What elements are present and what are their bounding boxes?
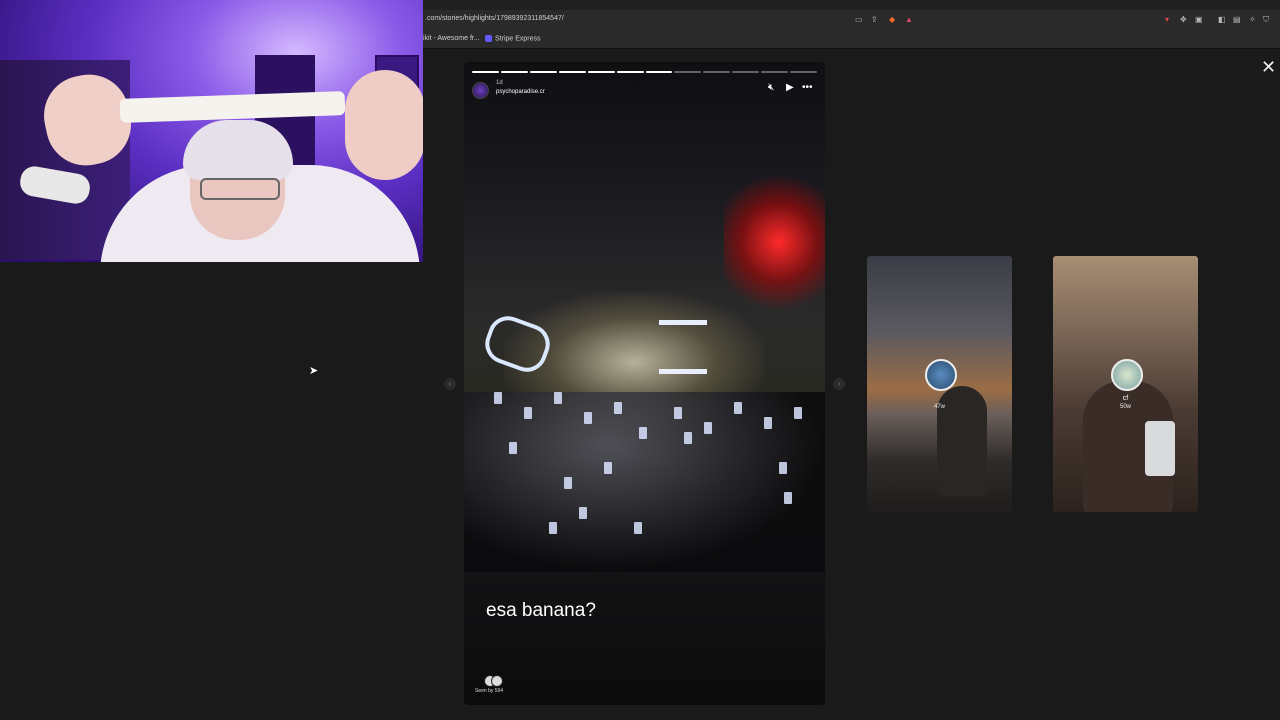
bookmark-item[interactable]: Stripe Express <box>485 35 541 42</box>
phone-light <box>674 407 682 419</box>
card-username: cf <box>1122 395 1129 402</box>
cast-icon[interactable]: ▭ <box>855 15 863 25</box>
card-time: 50w <box>1119 404 1131 410</box>
card-photo-subject <box>937 386 987 496</box>
mouse-cursor-icon: ➤ <box>309 365 319 377</box>
phone-light <box>509 442 517 454</box>
streamer-glasses <box>200 178 280 200</box>
story-progress-bar <box>472 71 818 73</box>
progress-segment <box>558 71 586 73</box>
play-icon[interactable]: ▶ <box>786 83 794 93</box>
seen-by-label[interactable]: Seen by 594 <box>475 688 503 694</box>
progress-segment <box>587 71 615 73</box>
story-username[interactable]: psychoparadise.cr <box>496 89 545 95</box>
card-time: 47w <box>933 404 945 410</box>
phone-light <box>584 412 592 424</box>
progress-segment <box>674 71 702 73</box>
phone-light <box>614 402 622 414</box>
stage-logo <box>659 320 707 374</box>
avatar[interactable] <box>472 82 489 99</box>
avatar <box>925 359 957 391</box>
leo-icon[interactable]: ✧ <box>1249 15 1256 25</box>
phone-light <box>764 417 772 429</box>
wallet-icon[interactable]: ▤ <box>1233 15 1241 25</box>
phone-light <box>784 492 792 504</box>
phone-light <box>684 432 692 444</box>
webcam-overlay <box>0 0 423 262</box>
stripe-icon <box>485 35 492 42</box>
sidebar-icon[interactable]: ◧ <box>1218 15 1226 25</box>
phone-light <box>604 462 612 474</box>
speaker-muted-icon[interactable]: 🔇︎ <box>768 83 774 93</box>
phone-light <box>779 462 787 474</box>
story-caption: esa banana? <box>486 600 596 621</box>
phone-light <box>524 407 532 419</box>
viewer-avatars[interactable] <box>484 675 503 687</box>
bookmark-item[interactable]: ikit - Awesome fr... <box>423 35 480 42</box>
phone-light <box>564 477 572 489</box>
story-header: 1d psychoparadise.cr 🔇︎ ▶ ••• <box>472 80 817 100</box>
progress-segment <box>616 71 644 73</box>
previous-story-button[interactable]: ‹ <box>444 378 456 390</box>
story-preview-card[interactable]: cf 50w <box>1053 256 1198 512</box>
progress-segment <box>703 71 731 73</box>
progress-segment <box>500 71 528 73</box>
story-viewer[interactable]: 1d psychoparadise.cr 🔇︎ ▶ ••• esa banana… <box>464 62 825 705</box>
story-preview-card[interactable]: 47w <box>867 256 1012 512</box>
brave-shield-icon[interactable]: ◆ <box>889 15 895 25</box>
phone-light <box>634 522 642 534</box>
card-photo-phone <box>1145 421 1175 476</box>
progress-segment <box>529 71 557 73</box>
phone-light <box>704 422 712 434</box>
streamer-hair <box>183 120 293 180</box>
rewards-icon[interactable]: ▲ <box>905 15 913 25</box>
phone-light <box>734 402 742 414</box>
progress-segment <box>472 71 499 73</box>
bookmark-label: Stripe Express <box>495 35 541 43</box>
progress-segment <box>761 71 789 73</box>
tab-icon[interactable]: ▣ <box>1195 15 1203 25</box>
phone-light <box>794 407 802 419</box>
url-text[interactable]: .com/stories/highlights/1798939231185454… <box>425 15 564 22</box>
next-story-button[interactable]: › <box>833 378 845 390</box>
address-bar[interactable]: .com/stories/highlights/1798939231185454… <box>423 10 1280 32</box>
puzzle-icon[interactable]: ✥ <box>1180 15 1187 25</box>
phone-light <box>639 427 647 439</box>
phone-light <box>579 507 587 519</box>
bookmarks-bar: ikit - Awesome fr... Stripe Express <box>423 32 1280 49</box>
vpn-icon[interactable]: ⛉ <box>1263 15 1269 25</box>
red-stage-light <box>724 162 825 322</box>
progress-segment <box>645 71 673 73</box>
streamer-hand <box>345 70 423 180</box>
progress-segment <box>732 71 760 73</box>
more-icon[interactable]: ••• <box>802 83 813 93</box>
avatar <box>1111 359 1143 391</box>
close-icon[interactable]: ✕ <box>1261 58 1276 76</box>
extension-icon[interactable]: ▾ <box>1165 15 1169 25</box>
bookmark-label: ikit - Awesome fr... <box>423 35 480 42</box>
phone-light <box>554 392 562 404</box>
share-icon[interactable]: ⇪ <box>871 15 878 25</box>
story-time: 1d <box>496 80 503 86</box>
phone-light <box>549 522 557 534</box>
progress-segment <box>790 71 818 73</box>
phone-light <box>494 392 502 404</box>
